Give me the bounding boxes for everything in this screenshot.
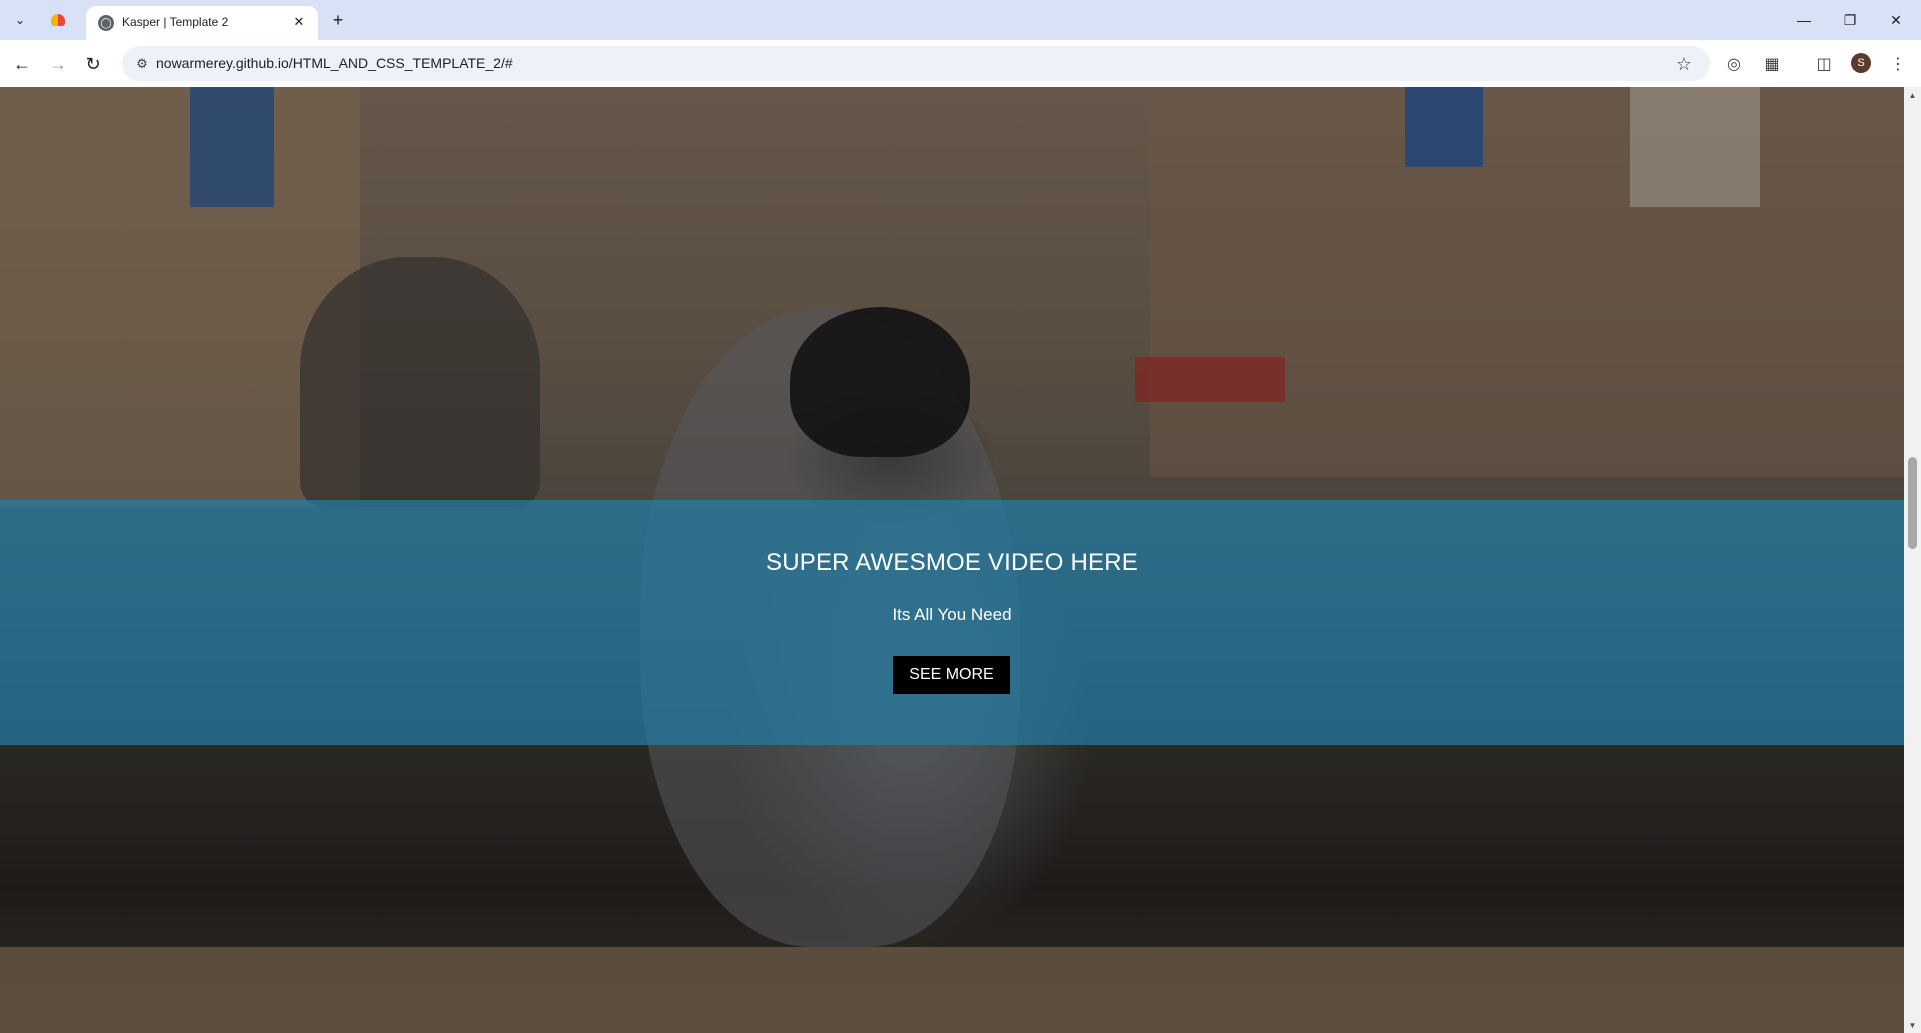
page-viewport: SUPER AWESMOE VIDEO HERE Its All You Nee… <box>0 87 1904 1033</box>
forward-arrow-icon[interactable]: → <box>44 50 72 78</box>
reload-icon[interactable]: ↻ <box>79 50 107 78</box>
new-tab-button[interactable]: + <box>326 8 350 32</box>
scroll-thumb[interactable] <box>1908 457 1917 549</box>
tab-search-chevron-icon[interactable]: ⌄ <box>8 8 32 32</box>
close-tab-icon[interactable]: ✕ <box>290 13 308 31</box>
profile-avatar[interactable]: S <box>1851 53 1871 73</box>
site-info-icon[interactable]: ⚙ <box>130 52 154 76</box>
side-panel-icon[interactable]: ◫ <box>1812 52 1836 76</box>
tab-active[interactable]: ◯ Kasper | Template 2 ✕ <box>86 6 318 40</box>
video-title: SUPER AWESMOE VIDEO HERE <box>766 549 1138 576</box>
close-window-icon[interactable]: ✕ <box>1873 0 1919 40</box>
pinned-tab[interactable] <box>44 7 72 33</box>
extensions-icon[interactable]: ▦ <box>1760 52 1784 76</box>
see-more-button[interactable]: SEE MORE <box>893 656 1010 694</box>
globe-icon: ◯ <box>98 15 114 31</box>
translate-icon[interactable]: ◎ <box>1722 52 1746 76</box>
restore-icon[interactable]: ❐ <box>1827 0 1873 40</box>
bookmark-star-icon[interactable]: ☆ <box>1672 52 1696 76</box>
scroll-up-icon[interactable]: ▲ <box>1904 87 1921 103</box>
url-text[interactable]: nowarmerey.github.io/HTML_AND_CSS_TEMPLA… <box>156 55 513 71</box>
scroll-down-icon[interactable]: ▼ <box>1904 1017 1921 1033</box>
tab-title: Kasper | Template 2 <box>122 15 229 29</box>
video-subtitle: Its All You Need <box>892 605 1012 624</box>
page-scrollbar[interactable]: ▲ ▼ <box>1904 87 1921 1033</box>
browser-toolbar: ← → ↻ ⚙ nowarmerey.github.io/HTML_AND_CS… <box>0 40 1921 87</box>
tab-strip: ⌄ ◯ Kasper | Template 2 ✕ + — ❐ ✕ <box>0 0 1921 40</box>
back-arrow-icon[interactable]: ← <box>8 50 36 78</box>
minimize-icon[interactable]: — <box>1781 0 1827 40</box>
address-bar[interactable]: ⚙ nowarmerey.github.io/HTML_AND_CSS_TEMP… <box>122 46 1710 81</box>
more-menu-icon[interactable]: ⋮ <box>1886 52 1910 76</box>
pinned-tab-favicon-icon <box>51 14 65 26</box>
